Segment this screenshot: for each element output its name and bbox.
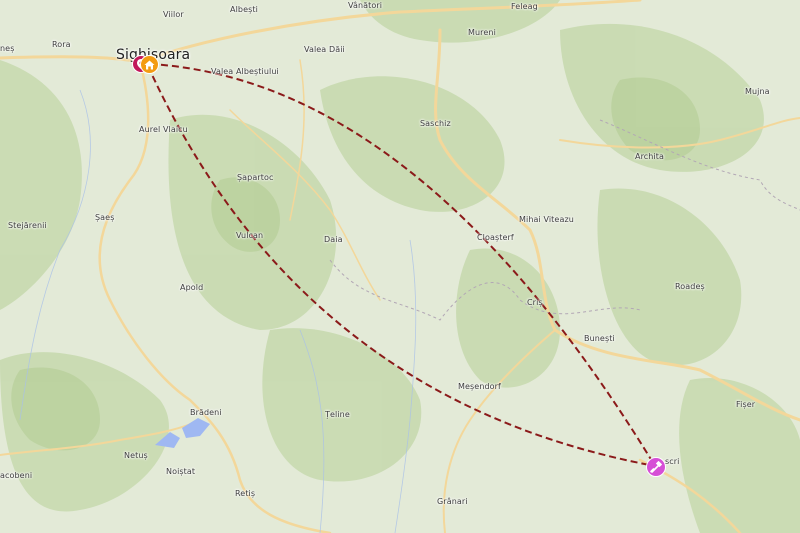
- place-label-bradeni: Brădeni: [190, 408, 222, 417]
- place-label-saes: Șaeș: [95, 213, 115, 222]
- place-label-mujna: Mujna: [745, 87, 770, 96]
- place-label-viscri: scri: [665, 457, 680, 466]
- place-label-noistat: Noiștat: [166, 467, 196, 476]
- place-label-mihai-viteazu: Mihai Viteazu: [519, 215, 574, 224]
- place-label-mureni: Mureni: [468, 28, 496, 37]
- place-label-daia: Daia: [324, 235, 343, 244]
- home-marker[interactable]: [140, 55, 159, 74]
- place-label-netus: Netuș: [124, 451, 148, 460]
- map-base-layer: [0, 0, 800, 533]
- place-label-mesendorf: Meșendorf: [458, 382, 501, 391]
- destination-marker[interactable]: [646, 457, 666, 477]
- place-label-spartoc: Șapartoc: [237, 173, 274, 182]
- map-canvas[interactable]: Sighișoara Viilor Albești Vânători Felea…: [0, 0, 800, 533]
- place-label-archita: Archita: [635, 152, 665, 161]
- place-label-roades: Roadeș: [675, 282, 705, 291]
- place-label-teline: Țeline: [325, 410, 350, 419]
- place-label-albesti: Albești: [230, 5, 258, 14]
- place-label-valea-albestiului: Valea Albeștiului: [211, 67, 279, 76]
- place-label-valea-dai: Valea Dăii: [304, 45, 345, 54]
- place-label-iacobeni: acobeni: [0, 471, 33, 480]
- place-label-vanatori: Vânători: [348, 1, 383, 10]
- place-label-vulcan: Vulcan: [236, 231, 264, 240]
- place-label-bunesti: Bunești: [584, 334, 615, 343]
- place-label-feleag: Feleag: [511, 2, 538, 11]
- forest-areas: [0, 0, 800, 533]
- place-label-rora: Rora: [52, 40, 71, 49]
- place-label-stejarenii: Stejărenii: [8, 221, 47, 230]
- fortress-icon: [650, 461, 662, 473]
- place-label-granari: Grânari: [437, 497, 468, 506]
- home-icon: [144, 60, 155, 69]
- place-label-cris: Criș: [527, 298, 543, 307]
- place-label-saschiz: Saschiz: [420, 119, 451, 128]
- place-label-retis: Retiș: [235, 489, 256, 498]
- place-label-viilor: Viilor: [163, 10, 184, 19]
- place-label-fiser: Fișer: [736, 400, 756, 409]
- place-label-apold: Apold: [180, 283, 204, 292]
- place-label-cloasterf: Cloașterf: [477, 233, 514, 242]
- place-label-aurel-vlaicu: Aurel Vlaicu: [139, 125, 188, 134]
- place-label-nes: neș: [0, 44, 15, 53]
